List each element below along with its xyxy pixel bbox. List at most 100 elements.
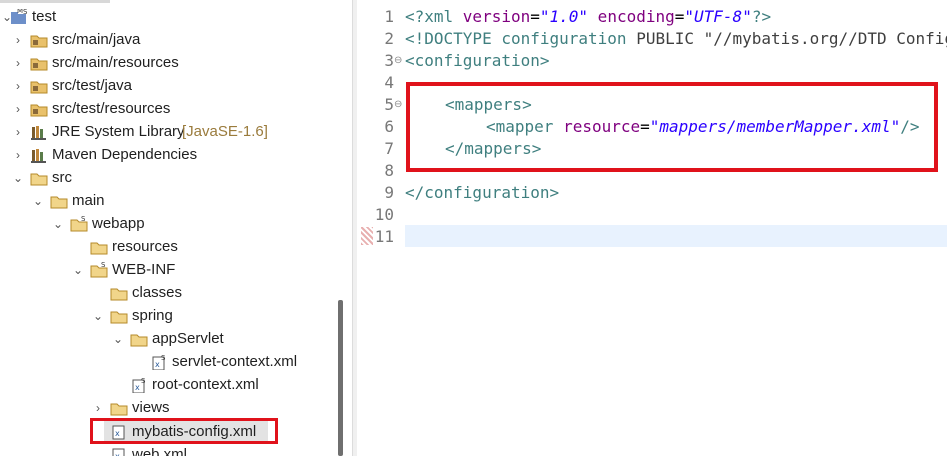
svg-text:S: S [81, 216, 86, 223]
tree-item-label: web.xml [132, 446, 188, 456]
tree-item-src-test-resources[interactable]: › src/test/resources [0, 98, 340, 120]
tree-item-label: webapp [92, 215, 145, 232]
tree-item-label: src [52, 169, 72, 186]
svg-text:x: x [155, 360, 160, 369]
tree-item-label: resources [112, 238, 178, 255]
line-number: 10 [374, 205, 394, 224]
tree-item-label: classes [132, 284, 183, 301]
tree-item-jre-system-library[interactable]: › JRE System Library [JavaSE-1.6] [0, 121, 340, 143]
chevron-right-icon[interactable]: › [11, 144, 25, 166]
tree-item-src-main-java[interactable]: › src/main/java [0, 29, 340, 51]
tree-item-spring[interactable]: ⌄ spring [0, 305, 340, 327]
tree-item-label: WEB-INF [112, 261, 176, 278]
project-icon: MS [10, 7, 28, 25]
chevron-down-icon[interactable]: ⌄ [51, 213, 65, 235]
xml-decl-close: ?> [751, 7, 772, 26]
chevron-right-icon[interactable]: › [11, 75, 25, 97]
tree-item-label: src/main/resources [52, 54, 179, 71]
svg-text:x: x [135, 383, 140, 392]
tree-item-label: main [72, 192, 105, 209]
folder-icon [110, 400, 128, 416]
fold-collapse-icon[interactable]: ⊖ [394, 94, 404, 116]
line-number: 3 [384, 51, 394, 70]
svg-text:S: S [101, 262, 106, 269]
library-version-decoration: [JavaSE-1.6] [182, 123, 268, 140]
tree-item-src[interactable]: ⌄ src [0, 167, 340, 189]
folder-icon: S [90, 261, 108, 278]
chevron-down-icon[interactable]: ⌄ [11, 167, 25, 189]
line-number: 6 [384, 117, 394, 136]
spring-xml-icon: xS [150, 354, 168, 371]
folder-icon [130, 331, 148, 347]
attr-name: version [462, 7, 531, 26]
chevron-right-icon[interactable]: › [11, 121, 25, 143]
tree-item-label: src/test/java [52, 77, 133, 94]
highlight-box-file [90, 418, 278, 444]
tree-item-label: spring [132, 307, 173, 324]
chevron-right-icon[interactable]: › [11, 52, 25, 74]
current-line-highlight [405, 225, 947, 247]
equals: = [530, 7, 540, 26]
tree-item-label: src/test/resources [52, 100, 171, 117]
library-icon [30, 147, 48, 163]
doctype-keyword: <!DOCTYPE configuration [405, 29, 637, 48]
xml-decl-open: <?xml [405, 7, 463, 26]
code-line-1[interactable]: <?xml version="1.0" encoding="UTF-8"?> [405, 6, 771, 28]
tree-item-label: test [32, 8, 57, 25]
source-folder-icon [30, 55, 48, 71]
folder-icon [90, 239, 108, 255]
chevron-down-icon[interactable]: ⌄ [31, 190, 45, 212]
doctype-public-id: PUBLIC "//mybatis.org//DTD Config 3.0//E… [636, 29, 947, 48]
chevron-down-icon[interactable]: ⌄ [111, 328, 125, 350]
line-number: 4 [384, 73, 394, 92]
line-number: 9 [384, 183, 394, 202]
line-number: 5 [384, 95, 394, 114]
code-line-3[interactable]: <configuration> [405, 50, 550, 72]
tree-item-maven-dependencies[interactable]: › Maven Dependencies [0, 144, 340, 166]
tree-item-servlet-context-xml[interactable]: xS servlet-context.xml [0, 351, 340, 373]
tree-item-resources[interactable]: resources [0, 236, 340, 258]
tree-item-webapp[interactable]: ⌄ S webapp [0, 213, 340, 235]
chevron-down-icon[interactable]: ⌄ [91, 305, 105, 327]
tree-item-root-context-xml[interactable]: xS root-context.xml [0, 374, 340, 396]
chevron-right-icon[interactable]: › [11, 98, 25, 120]
tree-item-appservlet[interactable]: ⌄ appServlet [0, 328, 340, 350]
folder-icon [110, 308, 128, 324]
tree-item-main[interactable]: ⌄ main [0, 190, 340, 212]
view-tab-strip [0, 0, 110, 3]
xml-file-icon: x [110, 447, 128, 456]
tree-item-src-test-java[interactable]: › src/test/java [0, 75, 340, 97]
tree-item-classes[interactable]: classes [0, 282, 340, 304]
svg-text:S: S [23, 9, 28, 16]
code-line-2[interactable]: <!DOCTYPE configuration PUBLIC "//mybati… [405, 28, 947, 50]
chevron-right-icon[interactable]: › [11, 29, 25, 51]
tree-item-src-main-resources[interactable]: › src/main/resources [0, 52, 340, 74]
line-number: 11 [374, 227, 394, 246]
tag-configuration-open: <configuration> [405, 51, 550, 70]
folder-icon [110, 285, 128, 301]
attr-name: encoding [588, 7, 675, 26]
tree-item-views[interactable]: › views [0, 397, 340, 419]
tree-item-label: root-context.xml [152, 376, 259, 393]
folder-icon: S [70, 215, 88, 232]
explorer-scrollbar[interactable] [338, 300, 343, 456]
line-number: 2 [384, 29, 394, 48]
tree-item-test[interactable]: ⌄ MS test [0, 6, 340, 28]
tree-item-label: Maven Dependencies [52, 146, 198, 163]
spring-xml-icon: xS [130, 377, 148, 394]
source-folder-icon [30, 32, 48, 48]
svg-text:x: x [115, 452, 120, 456]
chevron-down-icon[interactable]: ⌄ [71, 259, 85, 281]
source-folder-icon [30, 78, 48, 94]
chevron-right-icon[interactable]: › [91, 397, 105, 419]
equals: = [674, 7, 685, 26]
code-line-9[interactable]: </configuration> [405, 182, 559, 204]
folder-icon [30, 170, 48, 186]
library-icon [30, 124, 48, 140]
xml-editor[interactable]: 1 2 3 4 5 6 7 8 9 10 11 ⊖ ⊖ <?xml versio… [357, 0, 947, 456]
project-explorer: ⌄ MS test › src/main/java › src/main/res… [0, 0, 352, 456]
tree-item-web-inf[interactable]: ⌄ S WEB-INF [0, 259, 340, 281]
tree-item-web-xml[interactable]: x web.xml [0, 444, 340, 456]
fold-collapse-icon[interactable]: ⊖ [394, 50, 404, 72]
tree-item-label: src/main/java [52, 31, 141, 48]
